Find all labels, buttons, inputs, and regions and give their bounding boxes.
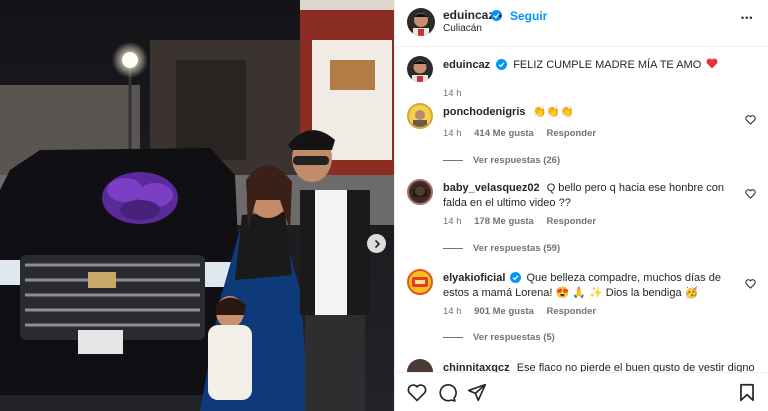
post-header: eduincaz • Seguir Culiacán ••• (395, 0, 768, 46)
next-photo-button[interactable] (367, 234, 386, 253)
instagram-post: eduincaz • Seguir Culiacán ••• eduincaz (0, 0, 768, 411)
share-icon[interactable] (467, 383, 487, 402)
author-avatar[interactable] (407, 8, 435, 36)
comment-time: 14 h (443, 128, 462, 139)
commenter-username[interactable]: baby_velasquez02 (443, 182, 540, 194)
more-options-icon[interactable]: ••• (741, 13, 753, 23)
verified-icon (496, 59, 508, 70)
verified-icon (510, 272, 522, 283)
comment-row: chinnitaxgcz Ese flaco no pierde el buen… (407, 359, 757, 372)
like-heart-icon[interactable] (745, 115, 756, 125)
post-action-bar (395, 372, 768, 411)
view-replies-button[interactable]: Ver respuestas (59) (443, 243, 560, 254)
comment-row: elyakioficial Que belleza compadre, much… (407, 269, 757, 351)
header-separator: • (498, 9, 503, 23)
reply-button[interactable]: Responder (546, 306, 596, 317)
comment-meta: 14 h 178 Me gusta Responder (443, 216, 606, 227)
like-heart-icon[interactable] (745, 189, 756, 199)
view-replies-button[interactable]: Ver respuestas (26) (443, 155, 560, 166)
like-heart-icon[interactable] (407, 383, 427, 402)
like-heart-icon[interactable] (745, 279, 756, 289)
comment-icon[interactable] (437, 383, 457, 403)
comment-text-line: chinnitaxgcz Ese flaco no pierde el buen… (443, 361, 755, 372)
caption-author-avatar[interactable] (407, 56, 433, 82)
comment-text-line: elyakioficial Que belleza compadre, much… (443, 271, 743, 301)
caption-username[interactable]: eduincaz (443, 59, 490, 71)
commenter-avatar[interactable] (407, 359, 433, 372)
comment-meta: 14 h 901 Me gusta Responder (443, 306, 606, 317)
next-arrow-icon (374, 239, 380, 248)
caption-text-line: eduincaz FELIZ CUMPLE MADRE MÍA TE AMO (443, 58, 743, 73)
post-photo (0, 0, 394, 411)
comment-likes[interactable]: 414 Me gusta (474, 128, 534, 139)
reply-button[interactable]: Responder (546, 128, 596, 139)
comment-text-line: ponchodenigris 👏👏👏 (443, 105, 743, 120)
commenter-avatar[interactable] (407, 103, 433, 129)
comments-list: eduincaz FELIZ CUMPLE MADRE MÍA TE AMO 1… (395, 47, 768, 372)
reply-button[interactable]: Responder (546, 216, 596, 227)
comment-meta: 14 h 414 Me gusta Responder (443, 128, 606, 139)
comment-time: 14 h (443, 216, 462, 227)
follow-button[interactable]: Seguir (510, 9, 547, 23)
comment-text: 👏👏👏 (532, 106, 574, 118)
caption-time: 14 h (443, 88, 462, 99)
comment-row: baby_velasquez02 Q bello pero q hacia es… (407, 179, 757, 261)
view-replies-button[interactable]: Ver respuestas (5) (443, 332, 555, 343)
red-heart-icon (706, 58, 718, 69)
caption-text: FELIZ CUMPLE MADRE MÍA TE AMO (513, 59, 702, 71)
comment-text-line: baby_velasquez02 Q bello pero q hacia es… (443, 181, 743, 211)
author-username[interactable]: eduincaz (443, 8, 494, 22)
post-location[interactable]: Culiacán (443, 23, 482, 34)
commenter-username[interactable]: chinnitaxgcz (443, 362, 510, 372)
caption-row: eduincaz FELIZ CUMPLE MADRE MÍA TE AMO 1… (407, 56, 757, 102)
commenter-username[interactable]: elyakioficial (443, 272, 505, 284)
comment-likes[interactable]: 901 Me gusta (474, 306, 534, 317)
comment-text: Ese flaco no pierde el buen gusto de ves… (516, 362, 755, 372)
bookmark-icon[interactable] (739, 383, 755, 402)
photo-image (0, 0, 394, 411)
comment-time: 14 h (443, 306, 462, 317)
commenter-username[interactable]: ponchodenigris (443, 106, 526, 118)
caption-meta: 14 h (443, 88, 472, 99)
commenter-avatar[interactable] (407, 269, 433, 295)
comment-likes[interactable]: 178 Me gusta (474, 216, 534, 227)
comment-row: ponchodenigris 👏👏👏 14 h 414 Me gusta Res… (407, 103, 757, 173)
post-side-panel: eduincaz • Seguir Culiacán ••• eduincaz (394, 0, 768, 411)
commenter-avatar[interactable] (407, 179, 433, 205)
